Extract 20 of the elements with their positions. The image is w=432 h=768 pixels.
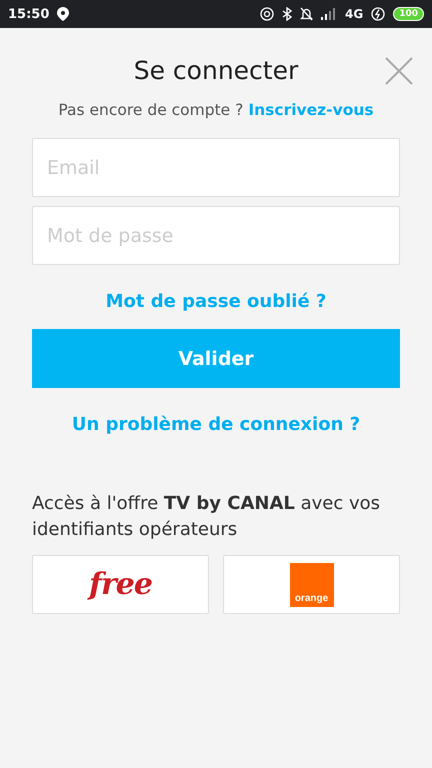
charging-icon <box>371 7 386 21</box>
signup-prompt: Pas encore de compte ? <box>58 101 244 119</box>
page-title: Se connecter <box>134 56 298 84</box>
submit-button[interactable]: Valider <box>32 329 400 388</box>
forgot-password-link[interactable]: Mot de passe oublié ? <box>106 291 326 312</box>
bluetooth-icon <box>282 7 292 21</box>
square-logo: orange <box>290 562 334 606</box>
signal-icon <box>321 8 337 20</box>
location-icon <box>57 7 70 21</box>
operator-button[interactable]: orange <box>223 555 400 614</box>
battery-level: 100 <box>393 7 424 21</box>
status-time: 15:50 <box>8 6 50 22</box>
operator-button[interactable]: free <box>32 555 209 614</box>
hotspot-icon <box>260 7 274 21</box>
operator-text: Accès à l'offre TV by CANAL avec vos identifiants opérateurs <box>32 492 381 542</box>
signup-link[interactable]: Inscrivez-vous <box>248 101 374 119</box>
bell-off-icon <box>300 7 313 21</box>
network-type: 4G <box>345 7 364 21</box>
connection-problem-link[interactable]: Un problème de connexion ? <box>72 414 360 435</box>
free-logo: free <box>89 567 152 602</box>
